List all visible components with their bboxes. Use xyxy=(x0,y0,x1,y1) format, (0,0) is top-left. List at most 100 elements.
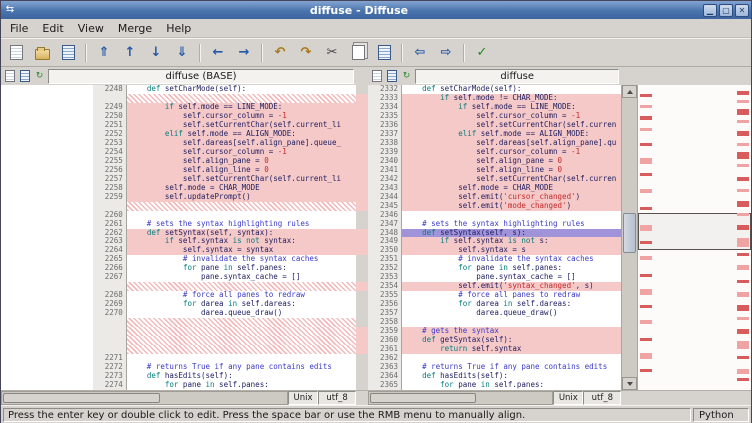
code-line[interactable]: def setCharMode(self): xyxy=(127,85,356,94)
code-row[interactable]: 2360 def getSyntax(self): xyxy=(368,336,621,345)
realign-icon[interactable]: ✓ xyxy=(470,41,494,64)
code-line[interactable]: def setSyntax(self, syntax): xyxy=(127,229,356,238)
code-row[interactable]: 2346 xyxy=(368,211,621,220)
code-line[interactable]: # sets the syntax highlighting rules xyxy=(127,220,356,229)
code-row[interactable]: 2363 # returns True if any pane contains… xyxy=(368,363,621,372)
code-line[interactable]: self.align_line = 0 xyxy=(402,166,621,175)
reload-icon[interactable]: ↻ xyxy=(33,70,46,83)
code-line[interactable]: self.setCurrentChar(self.current_li xyxy=(127,121,356,130)
code-line[interactable]: return self.syntax xyxy=(402,345,621,354)
code-row[interactable]: 2341 self.align_line = 0 xyxy=(368,166,621,175)
right-pane[interactable]: 2332 def setCharMode(self):2333 if self.… xyxy=(368,85,621,390)
menu-file[interactable]: File xyxy=(3,20,35,37)
code-row[interactable]: 2361 return self.syntax xyxy=(368,345,621,354)
right-horizontal-scrollbar[interactable] xyxy=(368,391,553,405)
code-line[interactable]: elif self.mode == ALIGN_MODE: xyxy=(402,130,621,139)
code-line[interactable] xyxy=(402,354,621,363)
code-line[interactable] xyxy=(127,94,356,103)
code-row[interactable]: 2271 xyxy=(93,354,356,363)
new-file-icon[interactable] xyxy=(4,41,28,64)
code-line[interactable]: # returns True if any pane contains edit… xyxy=(127,363,356,372)
code-row[interactable]: 2268 # force all panes to redraw xyxy=(93,291,356,300)
next-difference-icon[interactable]: ↓ xyxy=(144,41,168,64)
code-line[interactable]: self.syntax = syntax xyxy=(127,246,356,255)
code-line[interactable] xyxy=(127,336,356,345)
code-line[interactable]: # returns True if any pane contains edit… xyxy=(402,363,621,372)
code-line[interactable]: def getSyntax(self): xyxy=(402,336,621,345)
shift-pane-right-icon[interactable]: ⇨ xyxy=(434,41,458,64)
menu-view[interactable]: View xyxy=(71,20,111,37)
code-row[interactable]: 2252 elif self.mode == ALIGN_MODE: xyxy=(93,130,356,139)
code-line[interactable]: self.dareas[self.align_pane].qu xyxy=(402,139,621,148)
code-row[interactable]: 2355 # force all panes to redraw xyxy=(368,291,621,300)
code-row[interactable]: 2364 def hasEdits(self): xyxy=(368,372,621,381)
code-line[interactable]: for pane in self.panes: xyxy=(402,264,621,273)
code-row[interactable]: 2250 self.cursor_column = -1 xyxy=(93,112,356,121)
minimize-button[interactable]: ▁ xyxy=(703,4,717,17)
code-row[interactable]: 2332 def setCharMode(self): xyxy=(368,85,621,94)
vertical-scrollbar[interactable] xyxy=(621,85,637,390)
code-row[interactable]: 2256 self.align_line = 0 xyxy=(93,166,356,175)
code-row[interactable]: 2340 self.align_pane = 0 xyxy=(368,157,621,166)
left-horizontal-scrollbar[interactable] xyxy=(1,391,288,405)
menu-help[interactable]: Help xyxy=(159,20,198,37)
code-line[interactable]: # invalidate the syntax caches xyxy=(127,255,356,264)
code-line[interactable]: self.align_line = 0 xyxy=(127,166,356,175)
code-row[interactable]: 2335 self.cursor_column = -1 xyxy=(368,112,621,121)
close-button[interactable]: ✕ xyxy=(735,4,749,17)
code-line[interactable] xyxy=(127,282,356,291)
code-line[interactable]: darea.queue_draw() xyxy=(402,309,621,318)
code-line[interactable]: # sets the syntax highlighting rules xyxy=(402,220,621,229)
code-line[interactable]: def hasEdits(self): xyxy=(402,372,621,381)
code-row[interactable]: 2253 self.dareas[self.align_pane].queue_ xyxy=(93,139,356,148)
code-line[interactable]: def hasEdits(self): xyxy=(127,372,356,381)
new-icon[interactable] xyxy=(3,70,16,83)
code-row[interactable]: 2347 # sets the syntax highlighting rule… xyxy=(368,220,621,229)
code-row[interactable]: 2362 xyxy=(368,354,621,363)
code-line[interactable]: if self.mode == LINE_MODE: xyxy=(402,103,621,112)
code-row[interactable]: 2272 # returns True if any pane contains… xyxy=(93,363,356,372)
code-line[interactable]: def setCharMode(self): xyxy=(402,85,621,94)
scroll-up-arrow-icon[interactable] xyxy=(622,85,637,98)
code-row[interactable] xyxy=(93,327,356,336)
code-row[interactable]: 2254 self.cursor_column = -1 xyxy=(93,148,356,157)
code-row[interactable]: 2352 for pane in self.panes: xyxy=(368,264,621,273)
code-row[interactable]: 2260 xyxy=(93,211,356,220)
code-row[interactable]: 2255 self.align_pane = 0 xyxy=(93,157,356,166)
code-row[interactable]: 2365 for pane in self.panes: xyxy=(368,381,621,390)
diff-map[interactable] xyxy=(637,85,751,390)
undo-icon[interactable]: ↶ xyxy=(268,41,292,64)
code-line[interactable]: self.align_pane = 0 xyxy=(402,157,621,166)
code-line[interactable]: self.cursor_column = -1 xyxy=(402,112,621,121)
code-line[interactable]: darea.queue_draw() xyxy=(127,309,356,318)
code-line[interactable] xyxy=(402,318,621,327)
paste-icon[interactable] xyxy=(372,41,396,64)
code-line[interactable] xyxy=(127,202,356,211)
code-row[interactable]: 2269 for darea in self.dareas: xyxy=(93,300,356,309)
menu-merge[interactable]: Merge xyxy=(111,20,159,37)
copy-selection-left-icon[interactable]: ← xyxy=(206,41,230,64)
code-row[interactable] xyxy=(93,345,356,354)
code-row[interactable]: 2333 if self.mode != CHAR_MODE: xyxy=(368,94,621,103)
save-icon[interactable] xyxy=(385,70,398,83)
code-line[interactable]: # gets the syntax xyxy=(402,327,621,336)
code-line[interactable]: # force all panes to redraw xyxy=(402,291,621,300)
code-line[interactable] xyxy=(127,318,356,327)
code-line[interactable]: if self.mode != CHAR_MODE: xyxy=(402,94,621,103)
left-horizontal-scrollbar-thumb[interactable] xyxy=(3,393,160,403)
code-line[interactable]: self.emit('syntax_changed', s) xyxy=(402,282,621,291)
reload-icon[interactable]: ↻ xyxy=(400,70,413,83)
maximize-button[interactable]: ▢ xyxy=(719,4,733,17)
code-line[interactable]: for pane in self.panes: xyxy=(127,381,356,390)
code-line[interactable]: self.cursor_column = -1 xyxy=(127,148,356,157)
code-line[interactable]: self.updatePrompt() xyxy=(127,193,356,202)
code-row[interactable]: 2262 def setSyntax(self, syntax): xyxy=(93,229,356,238)
new-icon[interactable] xyxy=(370,70,383,83)
code-row[interactable]: 2348 def setSyntax(self, s): xyxy=(368,229,621,238)
code-line[interactable]: self.dareas[self.align_pane].queue_ xyxy=(127,139,356,148)
code-line[interactable]: for darea in self.dareas: xyxy=(402,300,621,309)
shift-pane-left-icon[interactable]: ⇦ xyxy=(408,41,432,64)
code-row[interactable]: 2351 # invalidate the syntax caches xyxy=(368,255,621,264)
code-row[interactable]: 2251 self.setCurrentChar(self.current_li xyxy=(93,121,356,130)
right-horizontal-scrollbar-thumb[interactable] xyxy=(370,393,476,403)
